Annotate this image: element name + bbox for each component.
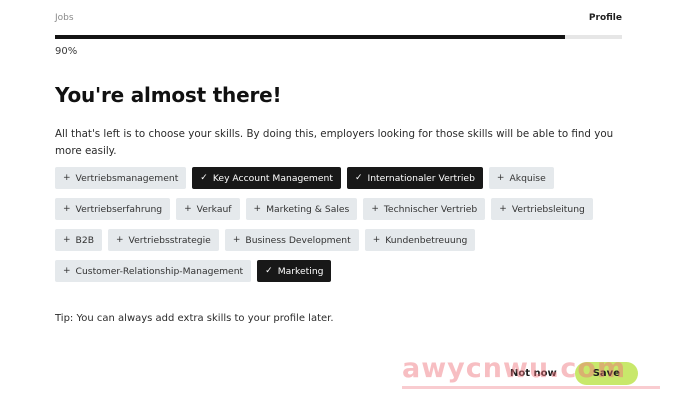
check-icon: ✓ <box>200 173 208 183</box>
skill-row: + Vertriebsmanagement ✓ Key Account Managem… <box>55 167 645 189</box>
skill-chip[interactable]: ✓ Key Account Management <box>192 167 341 189</box>
plus-icon: + <box>496 173 505 183</box>
plus-icon: + <box>63 204 71 214</box>
progress-bar-fill <box>55 35 566 39</box>
save-button[interactable]: Save <box>574 362 638 385</box>
check-icon: ✓ <box>354 173 363 183</box>
skill-chip[interactable]: + Kundenbetreuung <box>364 229 476 251</box>
page-title: You're almost there! <box>55 83 282 107</box>
plus-icon: + <box>372 235 381 245</box>
skill-chip-label: Internationaler Vertrieb <box>367 172 475 184</box>
step-jobs: Jobs <box>55 13 74 23</box>
intro-text: All that's left is to choose your skills… <box>55 128 614 157</box>
skill-chip-label: Technischer Vertrieb <box>383 203 478 215</box>
skill-chip[interactable]: + Technischer Vertrieb <box>363 198 486 220</box>
watermark-underline <box>402 386 660 389</box>
skill-chip[interactable]: + Marketing & Sales <box>245 198 358 220</box>
skill-chip[interactable]: + Vertriebsmanagement <box>55 167 187 189</box>
action-bar: Not now Save <box>506 362 638 385</box>
skill-chip[interactable]: + B2B <box>55 229 102 251</box>
skill-chip[interactable]: + Business Development <box>224 229 359 251</box>
step-profile: Profile <box>588 13 622 23</box>
skill-chip-label: Vertriebsmanagement <box>75 172 179 184</box>
skill-list: + Vertriebsmanagement ✓ Key Account Managem… <box>55 167 645 291</box>
skill-chip[interactable]: + Vertriebserfahrung <box>55 198 171 220</box>
skill-chip-label: Vertriebsstrategie <box>128 234 211 246</box>
skill-chip[interactable]: ✓ Internationaler Vertrieb <box>346 167 483 189</box>
progress-percent: 90% <box>55 46 78 57</box>
skill-chip-label: Vertriebserfahrung <box>75 203 163 215</box>
skill-chip[interactable]: + Akquise <box>488 167 554 189</box>
plus-icon: + <box>184 204 192 214</box>
skill-chip-label: Key Account Management <box>212 172 333 184</box>
skill-chip-label: B2B <box>75 234 94 246</box>
skill-chip-label: Akquise <box>509 172 546 184</box>
tip-text: Tip: You can always add extra skills to … <box>55 313 334 324</box>
progress-bar <box>55 35 622 39</box>
skill-chip[interactable]: + Verkauf <box>176 198 240 220</box>
skill-chip-label: Marketing <box>277 265 324 277</box>
skill-chip[interactable]: + Customer-Relationship-Management <box>55 260 252 282</box>
skill-chip-label: Vertriebsleitung <box>511 203 585 215</box>
plus-icon: + <box>232 235 241 245</box>
plus-icon: + <box>116 235 124 245</box>
skill-row: + Vertriebserfahrung + Verkauf + Marketing & … <box>55 198 645 220</box>
skill-chip-label: Kundenbetreuung <box>385 234 468 246</box>
skill-row: + B2B + Vertriebsstrategie + Business Develop… <box>55 229 645 251</box>
plus-icon: + <box>63 235 71 245</box>
plus-icon: + <box>253 204 262 214</box>
skill-chip[interactable]: ✓ Marketing <box>257 260 332 282</box>
skill-chip-label: Customer-Relationship-Management <box>75 265 244 277</box>
step-indicator: Jobs Profile <box>55 13 622 27</box>
skill-chip[interactable]: + Vertriebsleitung <box>491 198 593 220</box>
not-now-button[interactable]: Not now <box>506 362 561 385</box>
skill-chip-label: Marketing & Sales <box>266 203 350 215</box>
plus-icon: + <box>371 204 379 214</box>
skill-chip-label: Business Development <box>245 234 351 246</box>
check-icon: ✓ <box>265 266 273 276</box>
plus-icon: + <box>499 204 507 214</box>
plus-icon: + <box>63 173 71 183</box>
skill-row: + Customer-Relationship-Management ✓ Market… <box>55 260 645 282</box>
skill-chip[interactable]: + Vertriebsstrategie <box>108 229 219 251</box>
plus-icon: + <box>63 266 71 276</box>
skill-chip-label: Verkauf <box>196 203 232 215</box>
